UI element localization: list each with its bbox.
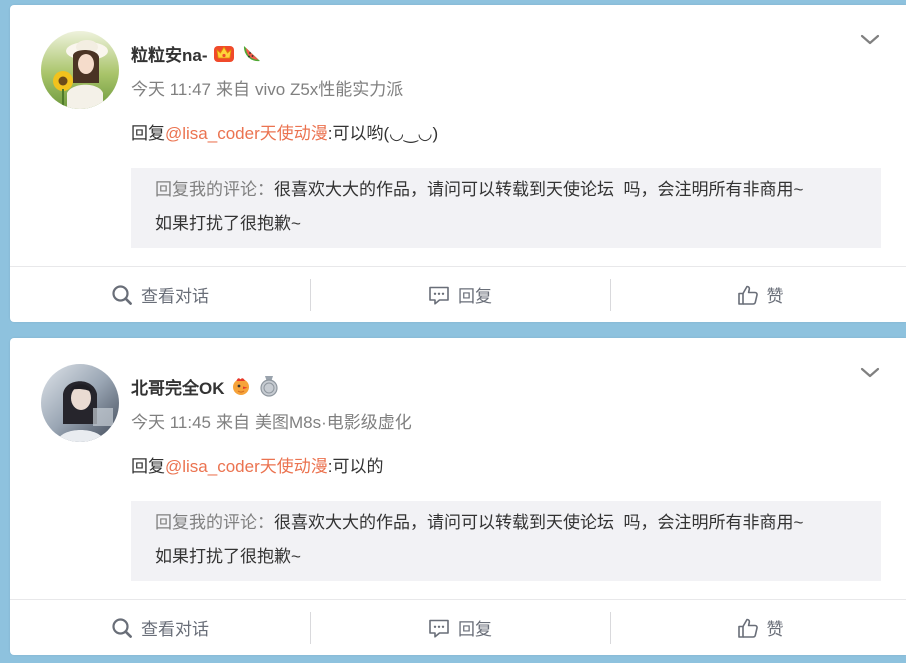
- vip-crown-badge-icon[interactable]: [212, 41, 236, 65]
- comment-icon: [429, 619, 449, 638]
- avatar-image: [41, 364, 119, 442]
- quoted-text: 很喜欢大大的作品，请问可以转载到天使论坛 吗，会注明所有非商用~: [274, 513, 804, 532]
- search-icon: [112, 617, 132, 638]
- timestamp: 今天 11:45: [131, 413, 212, 432]
- reply-text: 回复@lisa_coder天使动漫:可以哟(◡‿◡): [131, 123, 438, 145]
- quoted-label: 回复我的评论：: [155, 180, 274, 199]
- chevron-down-icon[interactable]: [859, 32, 881, 48]
- view-conversation-label: 查看对话: [141, 620, 209, 639]
- reply-button[interactable]: 回复: [310, 267, 610, 322]
- avatar-image: [41, 31, 119, 109]
- view-conversation-button[interactable]: 查看对话: [10, 600, 310, 655]
- quoted-line: 如果打扰了很抱歉~: [155, 540, 301, 574]
- action-bar: 查看对话 回复 赞: [10, 600, 906, 655]
- mention-link[interactable]: @lisa_coder天使动漫: [165, 124, 328, 143]
- view-conversation-label: 查看对话: [141, 287, 209, 306]
- avatar[interactable]: [41, 364, 119, 442]
- quoted-line: 回复我的评论：很喜欢大大的作品，请问可以转载到天使论坛 吗，会注明所有非商用~: [155, 173, 803, 207]
- username[interactable]: 粒粒安na-: [131, 41, 208, 66]
- comment-meta: 今天 11:47 来自 vivo Z5x性能实力派: [131, 79, 403, 101]
- from-label: 来自: [216, 80, 251, 99]
- username[interactable]: 北哥完全OK: [131, 374, 225, 399]
- quoted-text: 很喜欢大大的作品，请问可以转载到天使论坛 吗，会注明所有非商用~: [274, 180, 804, 199]
- user-line: 北哥完全OK: [131, 372, 281, 400]
- quoted-line: 回复我的评论：很喜欢大大的作品，请问可以转载到天使论坛 吗，会注明所有非商用~: [155, 506, 803, 540]
- reply-content: :可以哟(◡‿◡): [327, 124, 439, 143]
- chevron-down-icon[interactable]: [859, 365, 881, 381]
- reply-label: 回复: [458, 287, 492, 306]
- like-button[interactable]: 赞: [610, 600, 906, 655]
- reply-prefix: 回复: [131, 457, 165, 476]
- watermelon-icon[interactable]: [240, 41, 264, 65]
- quoted-comment[interactable]: 回复我的评论：很喜欢大大的作品，请问可以转载到天使论坛 吗，会注明所有非商用~ …: [131, 168, 881, 248]
- action-bar: 查看对话 回复 赞: [10, 267, 906, 322]
- thumbs-up-icon: [737, 618, 758, 638]
- quoted-text: 如果打扰了很抱歉~: [155, 214, 301, 233]
- avatar[interactable]: [41, 31, 119, 109]
- quoted-line: 如果打扰了很抱歉~: [155, 207, 301, 241]
- device-source: vivo Z5x性能实力派: [255, 80, 404, 99]
- reply-button[interactable]: 回复: [310, 600, 610, 655]
- like-label: 赞: [766, 620, 784, 639]
- view-conversation-button[interactable]: 查看对话: [10, 267, 310, 322]
- device-source: 美图M8s·电影级虚化: [255, 413, 412, 432]
- comment-icon: [429, 286, 449, 305]
- thumbs-up-icon: [737, 285, 758, 305]
- quoted-label: 回复我的评论：: [155, 513, 274, 532]
- comment-card: 北哥完全OK 今天 11:45 来自 美图M8s·电影级虚化 回复@lisa_cod…: [10, 338, 906, 655]
- user-line: 粒粒安na-: [131, 39, 264, 67]
- silver-medal-icon[interactable]: [257, 374, 281, 398]
- rooster-badge-icon[interactable]: [229, 374, 253, 398]
- quoted-comment[interactable]: 回复我的评论：很喜欢大大的作品，请问可以转载到天使论坛 吗，会注明所有非商用~ …: [131, 501, 881, 581]
- reply-label: 回复: [458, 620, 492, 639]
- like-button[interactable]: 赞: [610, 267, 906, 322]
- quoted-text: 如果打扰了很抱歉~: [155, 547, 301, 566]
- reply-content: :可以的: [327, 457, 384, 476]
- from-label: 来自: [216, 413, 251, 432]
- comment-card: 粒粒安na- 今天 11:47 来自 vivo Z5x性能实力派 回复@lisa_c…: [10, 5, 906, 322]
- like-label: 赞: [766, 287, 784, 306]
- reply-prefix: 回复: [131, 124, 165, 143]
- search-icon: [112, 284, 132, 305]
- reply-text: 回复@lisa_coder天使动漫:可以的: [131, 456, 383, 478]
- comment-meta: 今天 11:45 来自 美图M8s·电影级虚化: [131, 412, 412, 434]
- mention-link[interactable]: @lisa_coder天使动漫: [165, 457, 328, 476]
- timestamp: 今天 11:47: [131, 80, 212, 99]
